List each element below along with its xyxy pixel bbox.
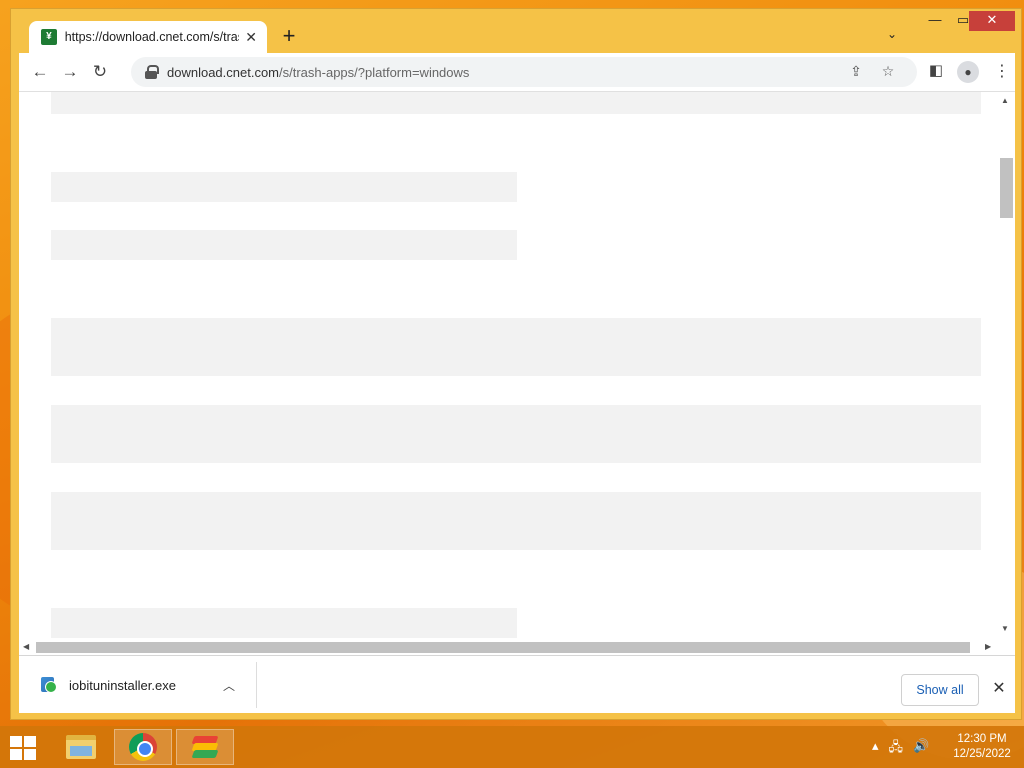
download-file-name: iobituninstaller.exe <box>69 677 176 693</box>
tab-close-icon[interactable]: ✕ <box>243 29 259 46</box>
chrome-icon <box>129 733 157 761</box>
new-tab-plus-icon[interactable]: + <box>277 25 301 49</box>
installer-file-icon <box>39 676 57 694</box>
loading-placeholder <box>51 230 517 260</box>
cnet-favicon-icon: ¥ <box>41 29 57 45</box>
taskbar-bluestacks[interactable] <box>176 729 234 765</box>
bluestacks-icon <box>190 734 220 760</box>
system-tray: ▴ 🖧 🔊 <box>872 738 929 760</box>
taskbar-chrome[interactable] <box>114 729 172 765</box>
windows-start-icon[interactable] <box>8 734 38 762</box>
start-logo-pane <box>10 749 22 760</box>
loading-placeholder <box>51 172 517 202</box>
start-logo-pane <box>10 736 22 747</box>
horizontal-scroll-thumb[interactable] <box>36 642 970 653</box>
show-hidden-icons-chevron-icon[interactable]: ▴ <box>872 738 879 760</box>
scroll-left-arrow-icon[interactable]: ◀ <box>23 642 29 651</box>
loading-placeholder <box>51 608 517 638</box>
file-explorer-icon <box>66 735 96 759</box>
volume-icon[interactable]: 🔊 <box>913 738 929 760</box>
horizontal-scrollbar[interactable]: ◀ ▶ <box>19 638 997 655</box>
bookmark-star-icon[interactable]: ☆ <box>879 63 897 81</box>
browser-window: ¥ https://download.cnet.com/s/trash-apps… <box>10 8 1022 720</box>
loading-placeholder <box>51 405 981 463</box>
download-item[interactable]: iobituninstaller.exe ︿ <box>19 662 257 708</box>
vertical-scrollbar[interactable]: ▲ ▼ <box>997 92 1015 638</box>
network-icon[interactable]: 🖧 <box>889 738 904 760</box>
active-tab[interactable]: ¥ https://download.cnet.com/s/trash-apps… <box>29 21 267 53</box>
loading-placeholder <box>51 92 981 114</box>
side-panel-icon[interactable]: ◧ <box>925 61 947 83</box>
close-download-bar-icon[interactable]: ✕ <box>989 678 1009 698</box>
back-arrow-icon[interactable]: ← <box>25 57 55 87</box>
scroll-up-arrow-icon[interactable]: ▲ <box>1001 96 1009 105</box>
tab-title: https://download.cnet.com/s/trash-apps/?… <box>64 30 240 44</box>
scroll-right-arrow-icon[interactable]: ▶ <box>985 642 991 651</box>
reload-icon[interactable]: ↻ <box>85 57 115 87</box>
loading-placeholder <box>51 492 981 550</box>
tab-search-chevron-icon[interactable]: ⌄ <box>883 27 901 41</box>
close-window-icon[interactable]: ✕ <box>969 11 1015 31</box>
scroll-down-arrow-icon[interactable]: ▼ <box>1001 624 1009 633</box>
taskbar-clock[interactable]: 12:30 PM 12/25/2022 <box>950 732 1014 762</box>
address-bar[interactable]: download.cnet.com/s/trash-apps/?platform… <box>131 57 917 87</box>
chevron-up-icon[interactable]: ︿ <box>219 677 239 694</box>
kebab-menu-icon[interactable]: ⋮ <box>991 61 1013 83</box>
start-logo-pane <box>24 749 36 760</box>
url-path: /s/trash-apps/?platform=windows <box>279 64 470 80</box>
lock-icon[interactable] <box>145 65 159 79</box>
profile-avatar-icon[interactable]: ● <box>957 61 979 83</box>
loading-placeholder <box>51 318 981 376</box>
start-logo-pane <box>24 736 36 747</box>
show-all-button[interactable]: Show all <box>901 674 979 706</box>
url-text: download.cnet.com/s/trash-apps/?platform… <box>167 65 469 80</box>
forward-arrow-icon[interactable]: → <box>55 57 85 87</box>
clock-time: 12:30 PM <box>957 733 1007 745</box>
minimize-window-icon[interactable]: — <box>921 11 949 31</box>
tab-strip: ¥ https://download.cnet.com/s/trash-apps… <box>11 9 1021 53</box>
taskbar-file-explorer[interactable] <box>52 729 110 765</box>
bluestacks-layer <box>191 750 219 758</box>
clock-date: 12/25/2022 <box>953 748 1011 760</box>
share-icon[interactable]: ⇪ <box>847 63 865 81</box>
browser-toolbar: ← → ↻ download.cnet.com/s/trash-apps/?pl… <box>19 53 1015 91</box>
page-viewport: ▲ ▼ ◀ ▶ <box>19 91 1015 655</box>
vertical-scroll-thumb[interactable] <box>1000 158 1013 218</box>
taskbar: ▴ 🖧 🔊 12:30 PM 12/25/2022 <box>0 726 1024 768</box>
download-bar: iobituninstaller.exe ︿ Show all ✕ <box>19 655 1015 713</box>
url-domain: download.cnet.com <box>167 64 280 80</box>
